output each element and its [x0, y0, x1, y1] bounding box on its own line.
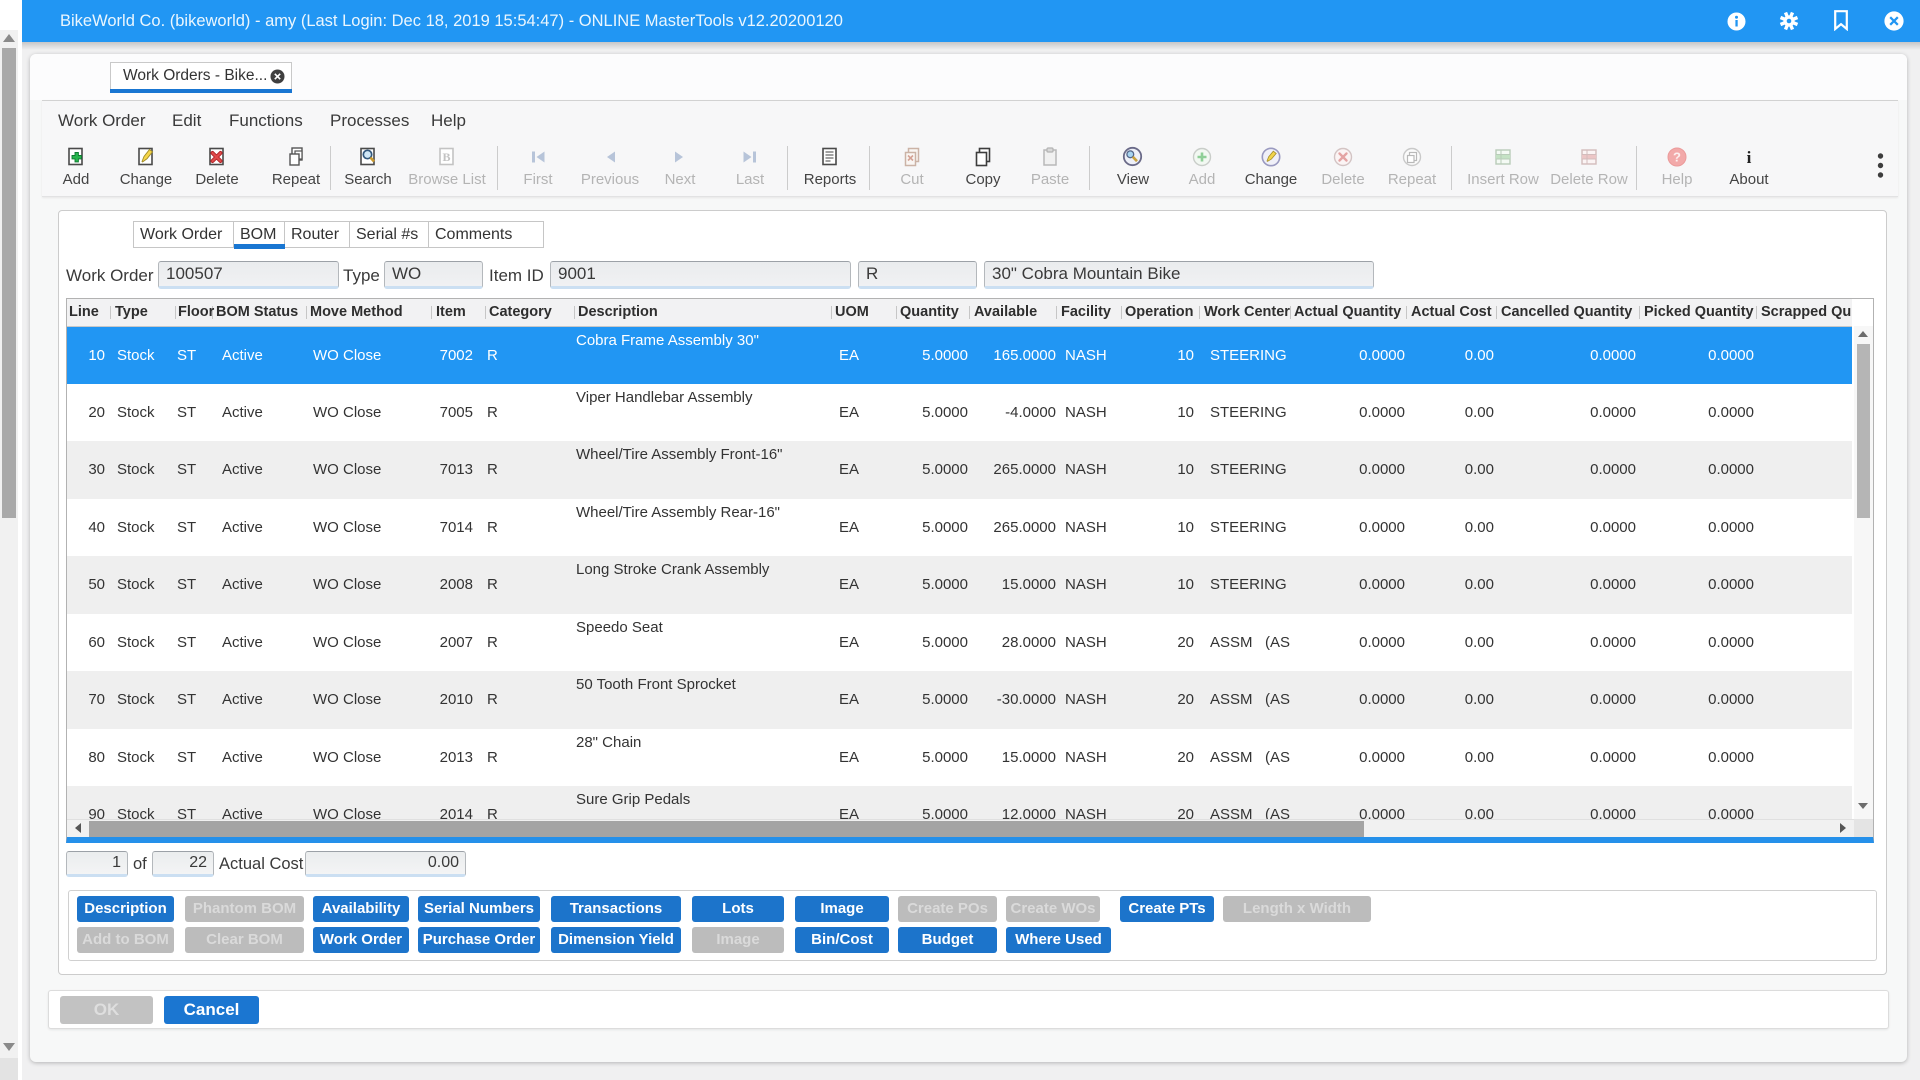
svg-text:?: ?	[1673, 150, 1681, 165]
svg-text:B: B	[442, 150, 450, 164]
svg-text:i: i	[1747, 148, 1752, 167]
